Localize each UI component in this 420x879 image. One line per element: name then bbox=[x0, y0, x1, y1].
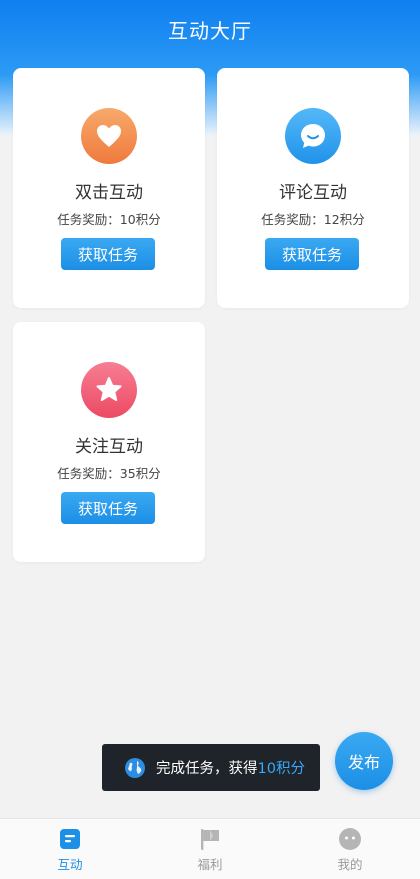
chat-bubble-icon bbox=[285, 108, 341, 164]
toast-highlight: 10积分 bbox=[257, 761, 305, 777]
card-reward: 任务奖励：12积分 bbox=[261, 212, 365, 227]
tab-welfare[interactable]: 福利 bbox=[140, 819, 280, 879]
card-double-click: 双击互动 任务奖励：10积分 获取任务 bbox=[13, 68, 205, 308]
tab-label: 福利 bbox=[197, 857, 223, 872]
card-reward: 任务奖励：10积分 bbox=[57, 212, 161, 227]
tab-interaction[interactable]: 互动 bbox=[0, 819, 140, 879]
flag-icon bbox=[201, 829, 219, 850]
toast-prefix: 完成任务，获得 bbox=[156, 761, 258, 777]
get-task-button[interactable]: 获取任务 bbox=[61, 238, 155, 270]
get-task-button[interactable]: 获取任务 bbox=[265, 238, 359, 270]
card-title: 评论互动 bbox=[279, 183, 347, 203]
get-task-button[interactable]: 获取任务 bbox=[61, 492, 155, 524]
card-title: 双击互动 bbox=[75, 183, 143, 203]
interaction-icon bbox=[60, 829, 80, 849]
tab-label: 互动 bbox=[57, 857, 83, 872]
bottom-tab-bar: 互动 福利 我的 bbox=[0, 818, 420, 879]
card-reward: 任务奖励：35积分 bbox=[57, 466, 161, 481]
card-follow: 关注互动 任务奖励：35积分 获取任务 bbox=[13, 322, 205, 562]
page-title: 互动大厅 bbox=[168, 19, 252, 43]
card-title: 关注互动 bbox=[75, 437, 143, 457]
tab-label: 我的 bbox=[337, 857, 363, 872]
toast-message: 完成任务，获得10积分 bbox=[102, 744, 320, 791]
heart-icon bbox=[81, 108, 137, 164]
profile-face-icon bbox=[339, 828, 361, 850]
card-comment: 评论互动 任务奖励：12积分 获取任务 bbox=[217, 68, 409, 308]
toast-text: 完成任务，获得10积分 bbox=[156, 757, 305, 778]
star-icon bbox=[81, 362, 137, 418]
publish-button[interactable]: 发布 bbox=[335, 732, 393, 790]
tab-mine[interactable]: 我的 bbox=[280, 819, 420, 879]
globe-icon bbox=[125, 757, 145, 778]
